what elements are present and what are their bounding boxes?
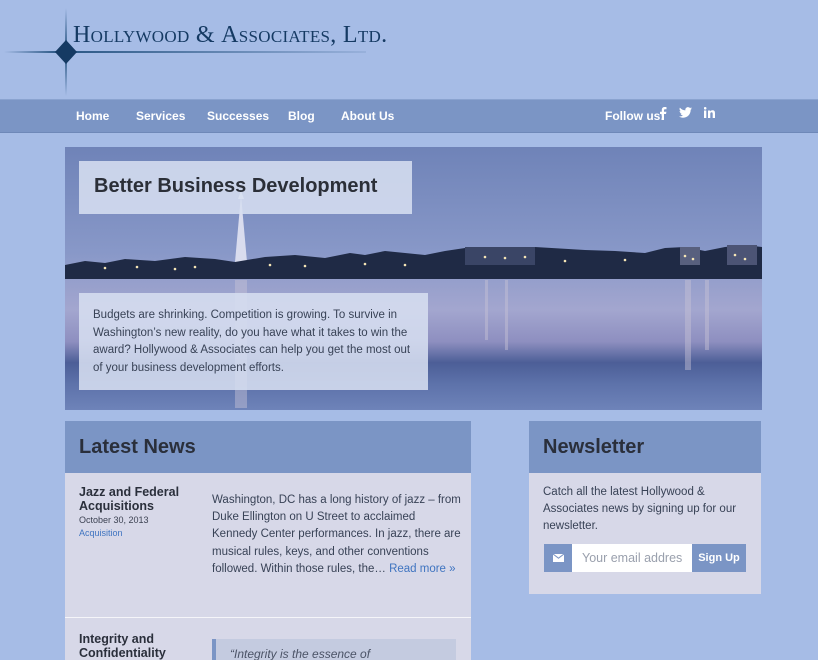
logo[interactable]: Hollywood & Associates, Ltd. bbox=[0, 0, 387, 99]
email-input[interactable] bbox=[572, 544, 692, 572]
nav-home[interactable]: Home bbox=[76, 109, 109, 123]
envelope-icon bbox=[544, 544, 572, 572]
sign-up-button[interactable]: Sign Up bbox=[692, 544, 746, 572]
logo-text: Hollywood & Associates, Ltd. bbox=[73, 22, 388, 48]
newsletter-panel: Newsletter Catch all the latest Hollywoo… bbox=[529, 421, 761, 594]
news-date: October 30, 2013 bbox=[79, 515, 149, 525]
site-header: Hollywood & Associates, Ltd. bbox=[0, 0, 818, 99]
nav-blog[interactable]: Blog bbox=[288, 109, 315, 123]
newsletter-heading: Newsletter bbox=[529, 421, 761, 473]
news-item: Integrity and Confidentiality bbox=[79, 632, 199, 660]
news-title[interactable]: Jazz and Federal Acquisitions bbox=[79, 485, 199, 513]
logo-star-icon bbox=[4, 8, 366, 96]
news-item: Jazz and Federal Acquisitions October 30… bbox=[79, 485, 199, 538]
newsletter-description: Catch all the latest Hollywood & Associa… bbox=[543, 486, 737, 533]
nav-successes[interactable]: Successes bbox=[207, 109, 269, 123]
facebook-icon[interactable] bbox=[656, 107, 670, 123]
linkedin-icon[interactable] bbox=[702, 107, 716, 121]
hero-text: Budgets are shrinking. Competition is gr… bbox=[79, 293, 428, 390]
news-quote: “Integrity is the essence of bbox=[212, 639, 456, 660]
hero-title-box: Better Business Development bbox=[79, 161, 412, 214]
nav-services[interactable]: Services bbox=[136, 109, 185, 123]
latest-news-heading: Latest News bbox=[65, 421, 471, 473]
main-nav: Home Services Successes Blog About Us Fo… bbox=[0, 99, 818, 133]
nav-about-us[interactable]: About Us bbox=[341, 109, 394, 123]
news-title[interactable]: Integrity and Confidentiality bbox=[79, 632, 199, 660]
read-more-link[interactable]: Read more » bbox=[389, 563, 455, 575]
news-divider bbox=[65, 617, 471, 618]
hero-title: Better Business Development bbox=[94, 175, 378, 197]
news-excerpt: Washington, DC has a long history of jaz… bbox=[212, 494, 461, 575]
hero-banner: Better Business Development Budgets are … bbox=[65, 147, 762, 410]
twitter-icon[interactable] bbox=[678, 107, 692, 121]
news-category-link[interactable]: Acquisition bbox=[79, 528, 199, 538]
